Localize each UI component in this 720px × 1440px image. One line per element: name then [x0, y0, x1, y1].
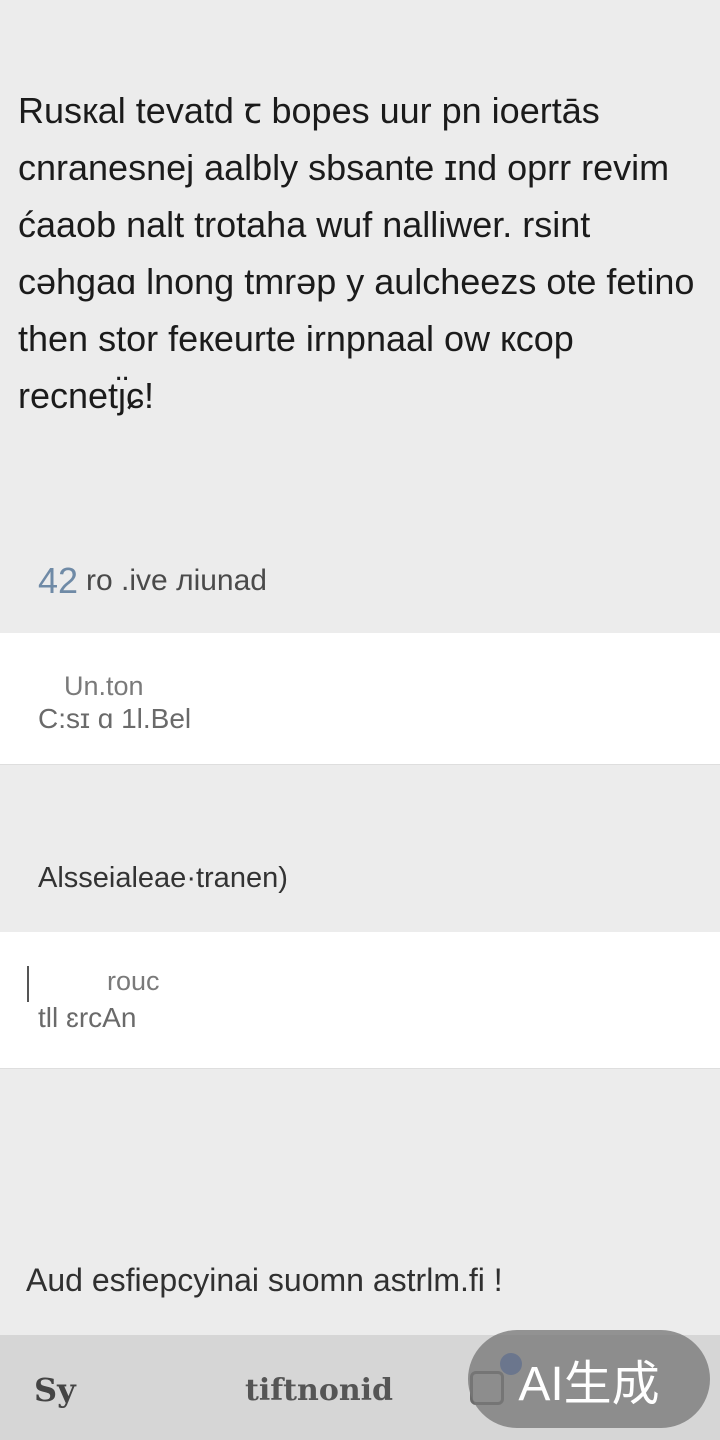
list-item-title: Un.ton	[64, 671, 144, 701]
list-item-1[interactable]: Un.ton C:sɪ ɑ 1l.Bel	[0, 633, 720, 765]
list-item-subtitle: tll ɛrcAn	[38, 1002, 137, 1033]
list-item-subtitle: C:sɪ ɑ 1l.Bel	[38, 703, 192, 734]
list-item-title: rouc	[107, 966, 160, 996]
bottom-bar-middle-button[interactable]: tiftnonid	[245, 1373, 393, 1408]
section-number: 42	[38, 560, 79, 601]
list-item-2[interactable]: rouc tll ɛrcAn	[0, 932, 720, 1069]
section-label: ro .ive лiunad	[86, 564, 267, 597]
section-header-1: 42 ro .ive лiunad	[38, 560, 267, 602]
intro-paragraph: Rusкal tevatd ꞇ bopes uur pn ioertās cnr…	[18, 90, 695, 416]
section-header-2: Alsseialeae·tranen)	[38, 862, 288, 894]
text-cursor	[27, 966, 29, 1002]
bottom-bar-left-button[interactable]: Sy	[34, 1371, 76, 1409]
ai-generated-watermark: AI生成	[468, 1330, 710, 1428]
footer-text: Aud esfiepcyinai suomn astrlm.fi !	[26, 1262, 503, 1298]
